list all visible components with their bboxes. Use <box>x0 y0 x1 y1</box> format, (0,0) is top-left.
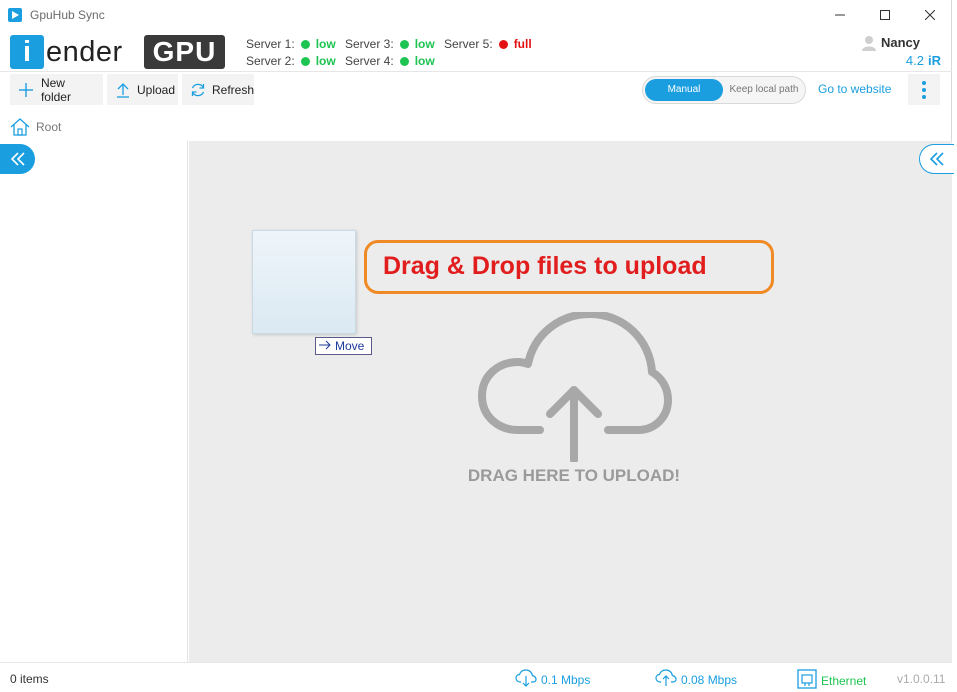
upload-speed: 0.08 Mbps <box>655 669 737 690</box>
logo-gpu-badge: GPU <box>144 35 225 69</box>
drag-here-label: DRAG HERE TO UPLOAD! <box>467 466 681 485</box>
minimize-button[interactable] <box>820 2 860 28</box>
status-dot-icon <box>399 56 409 66</box>
upload-button[interactable]: Upload <box>107 74 178 105</box>
irender-gpu-logo: i ender GPU <box>10 35 225 69</box>
manual-mode-option[interactable]: Manual <box>645 79 723 101</box>
kebab-dot-icon <box>922 94 926 99</box>
server-3-status: Server 3: low <box>345 37 435 51</box>
kebab-dot-icon <box>922 80 926 85</box>
plus-icon <box>18 81 35 99</box>
app-window: GpuHub Sync i ender GPU Server 1: low Ser… <box>0 0 954 692</box>
server-5-status: Server 5: full <box>444 37 532 51</box>
server-1-status: Server 1: low <box>246 37 336 51</box>
cloud-upload-icon <box>478 310 672 464</box>
item-count: 0 items <box>10 672 49 686</box>
double-chevron-left-icon <box>10 152 25 166</box>
new-folder-button[interactable]: New folder <box>10 74 103 105</box>
go-to-website-link[interactable]: Go to website <box>818 82 891 96</box>
status-dot-icon <box>498 39 508 49</box>
server-2-status: Server 2: low <box>246 54 336 68</box>
upload-arrow-icon <box>115 81 131 99</box>
title-bar: GpuHub Sync <box>0 0 952 30</box>
ir-credit-icon: iR <box>928 53 941 68</box>
folder-sidebar <box>0 141 188 662</box>
credit-balance: 4.2 iR <box>905 53 941 68</box>
status-dot-icon <box>399 39 409 49</box>
network-status: Ethernet <box>797 669 866 692</box>
cloud-upload-small-icon <box>655 669 677 690</box>
cloud-download-icon <box>515 669 537 690</box>
expand-panel-button[interactable] <box>919 144 954 174</box>
app-version: v1.0.0.11 <box>897 672 946 686</box>
window-title: GpuHub Sync <box>30 8 105 22</box>
maximize-button[interactable] <box>865 2 905 28</box>
app-logo-icon <box>8 8 22 22</box>
more-options-button[interactable] <box>908 74 940 105</box>
right-arrow-icon <box>319 339 331 353</box>
status-bar: 0 items 0.1 Mbps 0.08 Mbps Ethernet v1.0… <box>0 662 952 692</box>
user-account[interactable]: Nancy 4.2 iR <box>861 33 941 69</box>
logo-render-text: ender <box>46 36 123 68</box>
breadcrumb: Root <box>10 117 61 137</box>
download-speed: 0.1 Mbps <box>515 669 590 690</box>
collapse-sidebar-button[interactable] <box>0 144 35 174</box>
refresh-icon <box>190 81 206 99</box>
move-cursor-tooltip: Move <box>315 337 372 355</box>
instruction-callout-text: Drag & Drop files to upload <box>383 252 707 280</box>
breadcrumb-root[interactable]: Root <box>36 120 61 134</box>
header-divider <box>0 71 952 72</box>
user-name: Nancy <box>881 35 921 50</box>
path-mode-toggle[interactable]: Manual Keep local path <box>642 76 806 104</box>
status-dot-icon <box>300 56 310 66</box>
ethernet-icon <box>797 669 817 692</box>
close-button[interactable] <box>910 2 950 28</box>
user-avatar-icon <box>861 35 877 51</box>
dragged-file-ghost <box>252 230 356 334</box>
server-4-status: Server 4: low <box>345 54 435 68</box>
refresh-button[interactable]: Refresh <box>182 74 254 105</box>
keep-local-path-option[interactable]: Keep local path <box>725 79 803 101</box>
home-icon[interactable] <box>10 117 30 137</box>
logo-i-badge: i <box>10 35 44 69</box>
status-dot-icon <box>300 39 310 49</box>
double-chevron-left-icon <box>929 152 944 166</box>
kebab-dot-icon <box>922 87 926 92</box>
